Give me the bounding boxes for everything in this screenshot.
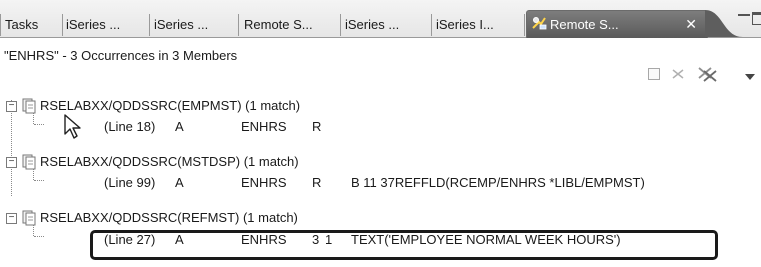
tab-remote-systems-1[interactable]: Remote S...	[240, 14, 341, 36]
tab-label: iSeries ...	[154, 17, 209, 32]
search-summary: "ENHRS" - 3 Occurrences in 3 Members	[4, 48, 238, 63]
tab-iseries-3[interactable]: iSeries ...	[341, 14, 432, 36]
source-member-icon	[22, 210, 36, 232]
checkbox-icon[interactable]	[648, 68, 660, 83]
remove-match-icon[interactable]	[671, 68, 685, 83]
tree-member-row[interactable]: − RSELABXX/QDDSSRC(MSTDSP) (1 match)	[0, 152, 761, 172]
tab-remote-systems-active[interactable]: Remote S... ✕	[526, 10, 708, 38]
member-label: RSELABXX/QDDSSRC(MSTDSP) (1 match)	[40, 154, 299, 169]
tab-label: Remote S...	[550, 17, 619, 32]
view-menu-icon[interactable]	[744, 69, 756, 84]
close-icon[interactable]: ✕	[685, 11, 697, 38]
match-spec-type: A	[175, 175, 184, 190]
match-field: ENHRS	[241, 175, 287, 190]
search-results-header: "ENHRS" - 3 Occurrences in 3 Members	[0, 38, 761, 86]
remote-search-icon	[531, 12, 547, 38]
match-line: (Line 18)	[104, 119, 156, 134]
tree-member-row[interactable]: − RSELABXX/QDDSSRC(REFMST) (1 match)	[0, 208, 761, 228]
match-field: ENHRS	[241, 119, 287, 134]
tree-match-row[interactable]: (Line 18) A ENHRS R	[0, 117, 761, 137]
view-tab-bar: Tasks iSeries ... iSeries ... Remote S..…	[0, 0, 761, 38]
match-line: (Line 99)	[104, 175, 156, 190]
tab-label: Remote S...	[244, 17, 313, 32]
tab-tasks[interactable]: Tasks	[0, 14, 63, 36]
mouse-pointer-icon	[64, 114, 84, 143]
match-col1: R	[312, 175, 322, 190]
tab-iseries-2[interactable]: iSeries ...	[150, 14, 239, 36]
tree-match-row[interactable]: (Line 99) A ENHRS R B 11 37REFFLD(RCEMP/…	[0, 173, 761, 193]
tab-label: Tasks	[5, 17, 39, 32]
tree-member-row[interactable]: − RSELABXX/QDDSSRC(EMPMST) (1 match)	[0, 96, 761, 116]
collapse-icon[interactable]: −	[6, 101, 17, 112]
tab-label: iSeries I...	[436, 17, 494, 32]
minimize-icon[interactable]	[738, 14, 750, 22]
collapse-icon[interactable]: −	[6, 213, 17, 224]
member-label: RSELABXX/QDDSSRC(EMPMST) (1 match)	[40, 98, 301, 113]
tab-label: iSeries ...	[345, 17, 400, 32]
match-spec-type: A	[175, 119, 184, 134]
collapse-icon[interactable]: −	[6, 157, 17, 168]
match-col1: R	[312, 119, 322, 134]
remove-all-matches-icon[interactable]	[696, 65, 718, 86]
match-rest: B 11 37REFFLD(RCEMP/ENHRS *LIBL/EMPMST)	[351, 175, 645, 190]
tab-label: iSeries ...	[66, 17, 121, 32]
maximize-icon[interactable]	[752, 12, 761, 25]
tab-iseries-4[interactable]: iSeries I...	[432, 14, 525, 36]
highlight-callout	[90, 230, 718, 260]
tab-iseries-1[interactable]: iSeries ...	[62, 14, 150, 36]
member-label: RSELABXX/QDDSSRC(REFMST) (1 match)	[40, 210, 298, 225]
